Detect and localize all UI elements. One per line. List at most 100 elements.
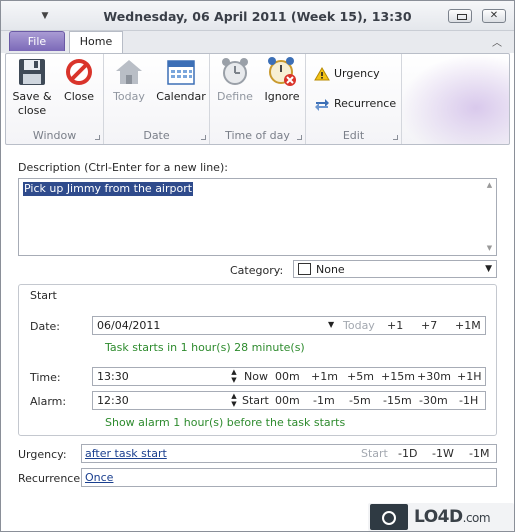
time-label: Time: [30,371,61,384]
group-edit: Urgency Recurrence Edit [306,54,402,144]
alarm-minus-1m-button[interactable]: -1m [313,394,335,407]
urgency-minus-1w-button[interactable]: -1W [432,447,454,460]
time-now-button[interactable]: Now [244,370,268,383]
description-textarea[interactable]: Pick up Jimmy from the airport ▲ ▼ [18,178,497,256]
category-color-swatch [298,263,311,275]
start-group-title: Start [30,289,57,302]
task-window: ▼ Wednesday, 06 April 2011 (Week 15), 13… [0,0,515,532]
dialog-launcher-icon[interactable] [393,135,398,140]
ribbon-tabs: File Home ︿ [1,31,514,54]
urgency-field-label: Urgency: [18,448,67,461]
lo4d-watermark: LO4D.com [368,503,514,531]
urgency-field[interactable]: after task start Start -1D -1W -1M [81,444,497,463]
dialog-launcher-icon[interactable] [201,135,206,140]
define-label: Define [217,90,253,103]
time-plus-15m-button[interactable]: +15m [381,370,415,383]
close-window-button[interactable]: ✕ [482,9,506,23]
minimize-button[interactable] [448,9,472,23]
calendar-icon [167,60,195,85]
group-label-window: Window [32,129,77,142]
alarm-minus-15m-button[interactable]: -15m [383,394,412,407]
dialog-launcher-icon[interactable] [95,135,100,140]
alarm-label: Alarm: [30,395,67,408]
dialog-launcher-icon[interactable] [297,135,302,140]
date-today-button[interactable]: Today [343,319,375,332]
window-title: Wednesday, 06 April 2011 (Week 15), 13:3… [103,9,412,24]
scroll-down-icon[interactable]: ▼ [485,244,494,253]
time-field[interactable]: 13:30 ▲ ▼ Now 00m +1m +5m +15m +30m +1H [92,367,486,386]
time-plus-1h-button[interactable]: +1H [457,370,482,383]
recurrence-link[interactable]: Once [85,471,113,484]
urgency-label: Urgency [334,67,380,80]
category-select[interactable]: None ▼ [293,260,497,278]
tab-home[interactable]: Home [69,31,123,54]
time-value: 13:30 [97,370,129,383]
floppy-disk-icon [19,59,45,85]
alarm-start-button[interactable]: Start [242,394,269,407]
no-entry-icon [66,59,92,85]
start-group [18,284,497,436]
today-label: Today [113,90,145,103]
time-plus-5m-button[interactable]: +5m [347,370,374,383]
time-plus-1m-button[interactable]: +1m [311,370,338,383]
recurrence-field[interactable]: Once [81,468,497,487]
define-button[interactable]: Define [214,56,256,104]
title-bar: ▼ Wednesday, 06 April 2011 (Week 15), 13… [1,1,514,31]
group-date: Today Calendar Date [104,54,210,144]
description-scrollbar[interactable]: ▲ ▼ [485,181,494,253]
date-label: Date: [30,320,60,333]
ribbon-decoration [399,54,509,144]
chevron-down-icon[interactable]: ▼ [485,264,492,274]
urgency-minus-1d-button[interactable]: -1D [398,447,417,460]
ribbon: Save & close Close Window Today Calendar… [5,53,510,145]
close-button[interactable]: Close [58,56,100,104]
recurrence-button[interactable]: Recurrence [314,94,396,114]
urgency-link[interactable]: after task start [85,447,167,460]
home-icon [116,60,142,84]
date-plus-7-button[interactable]: +7 [421,319,437,332]
time-plus-30m-button[interactable]: +30m [417,370,451,383]
save-close-label: Save & close [12,90,52,117]
lo4d-logo-icon [370,504,408,530]
recurrence-label: Recurrence [334,97,397,110]
group-label-edit: Edit [342,129,365,142]
collapse-ribbon-icon[interactable]: ︿ [492,34,502,49]
ignore-label: Ignore [264,90,300,103]
description-label: Description (Ctrl-Enter for a new line): [18,161,228,174]
group-time-of-day: Define Ignore Time of day [210,54,306,144]
group-label-time-of-day: Time of day [225,129,290,142]
alarm-minus-1h-button[interactable]: -1H [459,394,478,407]
urgency-start-button[interactable]: Start [361,447,388,460]
chevron-down-icon[interactable]: ▼ [328,320,334,329]
today-button[interactable]: Today [108,56,150,104]
ignore-button[interactable]: Ignore [260,56,304,104]
date-field[interactable]: 06/04/2011 ▼ Today +1 +7 +1M [92,316,486,335]
alarm-clock-ignore-icon [268,57,296,86]
date-hint: Task starts in 1 hour(s) 28 minute(s) [105,341,305,354]
alarm-spinner-icon[interactable]: ▲ ▼ [229,392,239,408]
scroll-up-icon[interactable]: ▲ [485,181,494,190]
date-plus-1m-button[interactable]: +1M [455,319,481,332]
urgency-minus-1m-button[interactable]: -1M [469,447,489,460]
alarm-field[interactable]: 12:30 ▲ ▼ Start 00m -1m -5m -15m -30m -1H [92,391,486,410]
alarm-clock-icon [222,58,248,85]
calendar-button[interactable]: Calendar [156,56,206,104]
alarm-minus-5m-button[interactable]: -5m [349,394,371,407]
date-plus-1-button[interactable]: +1 [387,319,403,332]
urgency-button[interactable]: Urgency [314,64,380,84]
alarm-00m-button[interactable]: 00m [275,394,300,407]
tab-file[interactable]: File [9,31,65,51]
time-spinner-icon[interactable]: ▲ ▼ [229,368,239,384]
close-label: Close [64,90,94,103]
warning-icon [314,67,330,81]
time-00m-button[interactable]: 00m [275,370,300,383]
recurrence-field-label: Recurrence: [18,472,84,485]
alarm-minus-30m-button[interactable]: -30m [419,394,448,407]
group-label-date: Date [143,129,170,142]
description-text: Pick up Jimmy from the airport [23,182,194,196]
restore-icon [449,10,471,22]
category-label: Category: [230,264,284,277]
calendar-label: Calendar [156,90,206,103]
save-close-button[interactable]: Save & close [10,56,54,118]
close-icon: ✕ [489,10,499,21]
